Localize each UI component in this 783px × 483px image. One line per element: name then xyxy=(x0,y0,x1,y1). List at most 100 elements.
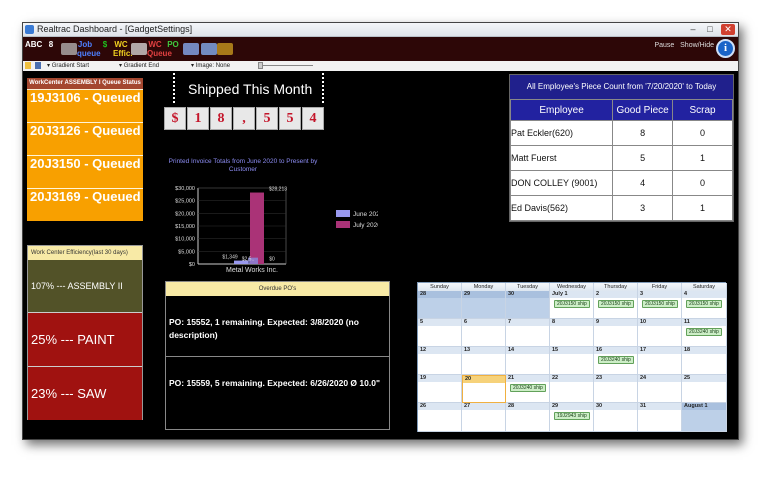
calendar-day-cell[interactable]: 2 20J3150 ship xyxy=(594,291,638,319)
wc-efficiency-icon[interactable]: WC Effic. xyxy=(113,40,133,58)
calendar-day-cell[interactable]: 24 xyxy=(638,375,682,403)
col-good-piece: Good Piece xyxy=(612,99,674,121)
queue-item[interactable]: 20J3169 - Queued (Op: 10) xyxy=(27,188,143,221)
calendar-day-cell[interactable]: 29 xyxy=(462,291,506,319)
clock-icon[interactable] xyxy=(61,43,77,55)
day-number: 7 xyxy=(508,319,512,325)
calendar-event[interactable]: 19J2943 ship xyxy=(554,412,590,420)
calendar-day-cell[interactable]: 5 xyxy=(418,319,462,347)
day-number: 31 xyxy=(640,403,647,409)
gradient-start-button[interactable]: ▾ Gradient Start xyxy=(47,62,89,69)
employee-cell: Pat Eckler(620) xyxy=(509,120,614,146)
calendar-event[interactable]: 20J3240 ship xyxy=(686,328,722,336)
minimize-button[interactable]: – xyxy=(686,24,700,35)
efficiency-title: Work Center Efficiency(last 30 days) xyxy=(28,246,142,260)
day-number: 8 xyxy=(552,319,556,325)
day-number: 16 xyxy=(596,347,603,353)
employee-cell: Ed Davis(562) xyxy=(509,195,614,221)
calendar-day-cell[interactable]: 8 xyxy=(550,319,594,347)
calendar-icon[interactable] xyxy=(183,43,199,55)
calendar-day-cell[interactable]: 23 xyxy=(594,375,638,403)
people-icon[interactable] xyxy=(201,43,217,55)
calendar-day-cell[interactable]: 27 xyxy=(462,403,506,432)
calendar-day-cell[interactable]: 20 xyxy=(462,375,506,403)
calendar-day-cell[interactable]: 19 xyxy=(418,375,462,403)
calendar-day-cell[interactable]: 25 xyxy=(682,375,727,403)
queue-item[interactable]: 20J3150 - Queued (Op: 30) xyxy=(27,155,143,188)
calendar-event[interactable]: 20J3150 ship xyxy=(598,300,634,308)
calendar-day-cell[interactable]: 21 20J3240 ship xyxy=(506,375,550,403)
calendar-event[interactable]: 20J3150 ship xyxy=(554,300,590,308)
day-number: 22 xyxy=(552,375,559,381)
calendar-event[interactable]: 20J3150 ship xyxy=(642,300,678,308)
y-tick-label: $15,000 xyxy=(175,224,195,230)
pause-button[interactable]: Pause xyxy=(654,42,674,49)
good-piece-cell: 8 xyxy=(612,120,674,146)
calendar-day-cell[interactable]: 9 xyxy=(594,319,638,347)
day-number: July 1 xyxy=(552,291,568,297)
data-label: $1,349 xyxy=(222,255,238,261)
calendar-day-cell[interactable]: 14 xyxy=(506,347,550,375)
calendar-event[interactable]: 20J3240 ship xyxy=(598,356,634,364)
save-icon[interactable] xyxy=(35,62,41,69)
calendar-day-cell[interactable]: 7 xyxy=(506,319,550,347)
close-button[interactable]: ✕ xyxy=(721,24,735,35)
calendar-day-cell[interactable]: 28 xyxy=(506,403,550,432)
calendar-event[interactable]: 20J3240 ship xyxy=(510,384,546,392)
queue-item[interactable]: 19J3106 - Queued (Op: 10) xyxy=(27,89,143,122)
day-number: 14 xyxy=(508,347,515,353)
boxes-icon[interactable] xyxy=(217,43,233,55)
calendar-day-cell[interactable]: 11 20J3240 ship xyxy=(682,319,727,347)
shipped-frame-right xyxy=(322,73,324,103)
day-number: 17 xyxy=(640,347,647,353)
job-queue-icon[interactable]: Job queue xyxy=(77,40,101,58)
calendar-day-cell[interactable]: 22 xyxy=(550,375,594,403)
calendar-event[interactable]: 20J3150 ship xyxy=(686,300,722,308)
x-tick-label: Metal Works Inc. xyxy=(226,267,278,274)
showhide-button[interactable]: Show/Hide xyxy=(680,42,714,49)
day-number-strip xyxy=(594,291,637,298)
po-icon[interactable]: PO xyxy=(165,40,181,58)
wc-queue-icon[interactable]: WC Queue xyxy=(147,40,172,58)
calendar-day-cell[interactable]: 12 xyxy=(418,347,462,375)
queue-item[interactable]: 20J3126 - Queued (Op: 10) xyxy=(27,122,143,155)
day-number: 9 xyxy=(596,319,600,325)
piece-count-table: Employee Good Piece Scrap Pat Eckler(620… xyxy=(509,99,733,221)
calendar-day-cell[interactable]: 30 xyxy=(594,403,638,432)
overdue-title: Overdue PO's xyxy=(166,282,389,296)
calendar-day-header: Thursday xyxy=(594,283,638,291)
shipping-calendar: Sunday Monday Tuesday Wednesday Thursday Frid… xyxy=(417,282,727,432)
gradient-end-button[interactable]: ▾ Gradient End xyxy=(119,62,159,69)
calendar-day-cell[interactable]: 16 20J3240 ship xyxy=(594,347,638,375)
calendar-day-cell[interactable]: 30 xyxy=(506,291,550,319)
image-select[interactable]: ▾ Image: None xyxy=(191,62,230,69)
slider-thumb[interactable] xyxy=(258,62,263,69)
calendar-day-cell[interactable]: July 1 20J3150 ship xyxy=(550,291,594,319)
calendar-day-cell[interactable]: 4 20J3150 ship xyxy=(682,291,727,319)
overdue-item[interactable]: PO: 15552, 1 remaining. Expected: 3/8/20… xyxy=(166,296,389,356)
bar-chart-icon[interactable] xyxy=(131,43,147,55)
info-icon[interactable]: i xyxy=(716,39,735,58)
eight-ball-icon[interactable]: 8 xyxy=(43,40,59,58)
maximize-button[interactable]: □ xyxy=(703,24,717,35)
day-number: August 1 xyxy=(684,403,708,409)
calendar-day-cell[interactable]: 18 xyxy=(682,347,727,375)
calendar-day-cell[interactable]: 13 xyxy=(462,347,506,375)
dollar-icon[interactable]: $ xyxy=(97,40,113,58)
calendar-day-cell[interactable]: 3 20J3150 ship xyxy=(638,291,682,319)
day-number-strip xyxy=(506,319,549,326)
calendar-day-cell[interactable]: 29 19J2943 ship xyxy=(550,403,594,432)
calendar-day-cell[interactable]: 10 xyxy=(638,319,682,347)
calendar-day-cell[interactable]: 28 xyxy=(418,291,462,319)
calendar-day-cell[interactable]: August 1 xyxy=(682,403,727,432)
opacity-slider[interactable] xyxy=(258,62,313,69)
day-number-strip xyxy=(550,319,593,326)
calendar-day-cell[interactable]: 6 xyxy=(462,319,506,347)
abc-icon[interactable]: ABC xyxy=(25,40,42,58)
overdue-item[interactable]: PO: 15559, 5 remaining. Expected: 6/26/2… xyxy=(166,357,389,390)
calendar-day-cell[interactable]: 26 xyxy=(418,403,462,432)
calendar-day-cell[interactable]: 17 xyxy=(638,347,682,375)
calendar-day-cell[interactable]: 31 xyxy=(638,403,682,432)
calendar-day-cell[interactable]: 15 xyxy=(550,347,594,375)
folder-icon[interactable] xyxy=(25,62,31,69)
